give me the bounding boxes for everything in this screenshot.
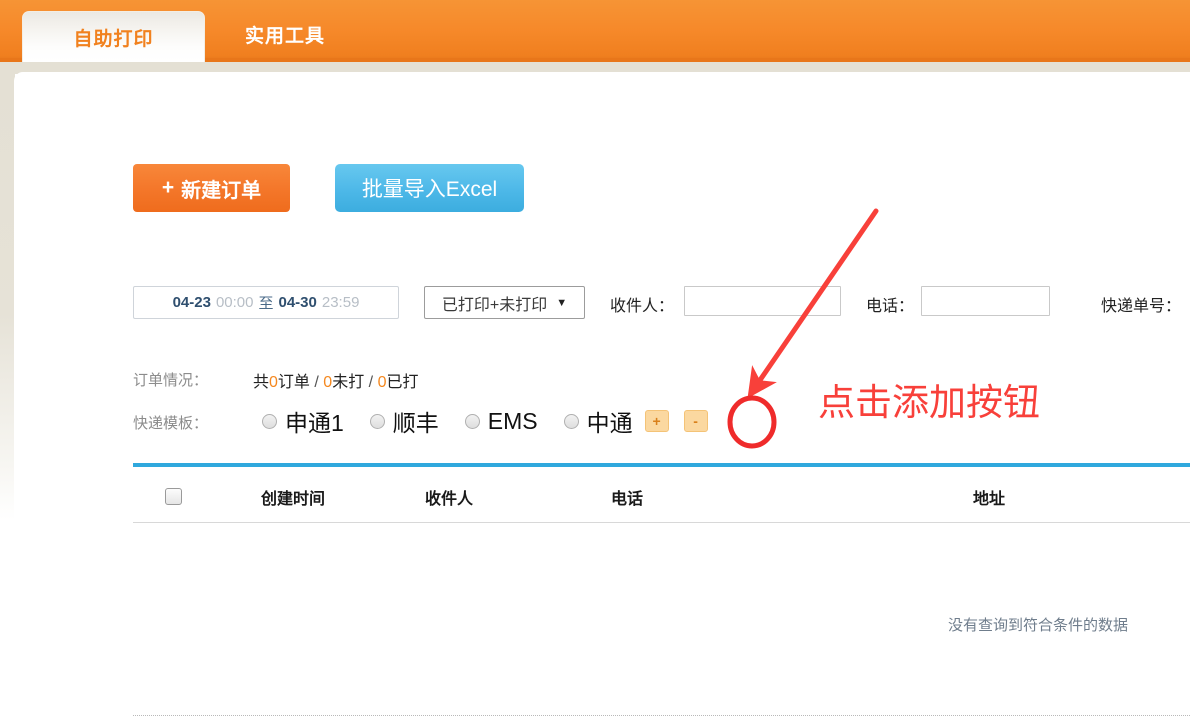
radio-option-zhongtong-label: 中通 — [587, 404, 633, 438]
plus-icon: + — [162, 176, 174, 200]
select-all-checkbox[interactable] — [165, 488, 182, 505]
summary-separator-1: / — [314, 374, 318, 391]
phone-input[interactable] — [921, 286, 1050, 316]
radio-option-shunfeng[interactable]: 顺丰 — [370, 404, 439, 438]
column-header-create-time: 创建时间 — [261, 485, 325, 509]
express-template-label: 快递模板： — [133, 412, 208, 433]
import-excel-button-label: 批量导入Excel — [362, 173, 497, 203]
order-summary-label: 订单情况： — [133, 369, 208, 390]
tab-self-service-print-label: 自助打印 — [73, 24, 153, 51]
express-template-options: 申通1 顺丰 EMS 中通 + - — [262, 404, 708, 438]
empty-state-message: 没有查询到符合条件的数据 — [948, 614, 1128, 635]
tracking-no-label: 快递单号： — [1101, 292, 1181, 316]
radio-icon[interactable] — [465, 414, 480, 429]
chevron-down-icon: ▼ — [556, 297, 567, 309]
summary-total-unit: 订单 — [278, 374, 310, 391]
bottom-dotted-divider — [133, 715, 1190, 716]
date-range-end-time: 23:59 — [322, 294, 360, 311]
summary-unprinted-count: 0 — [323, 374, 332, 391]
annotation-text: 点击添加按钮 — [818, 372, 1040, 426]
date-range-end-date: 04-30 — [279, 294, 317, 311]
new-order-button[interactable]: + 新建订单 — [133, 164, 290, 212]
radio-icon[interactable] — [262, 414, 277, 429]
date-range-picker[interactable]: 04-23 00:00 至 04-30 23:59 — [133, 286, 399, 319]
import-excel-button[interactable]: 批量导入Excel — [335, 164, 524, 212]
summary-printed-unit: 已打 — [386, 374, 418, 391]
print-status-select-value: 已打印+未打印 — [442, 291, 547, 315]
recipient-label: 收件人： — [610, 292, 674, 316]
date-range-separator: 至 — [258, 292, 273, 313]
radio-option-shentong1[interactable]: 申通1 — [262, 404, 344, 438]
radio-option-ems[interactable]: EMS — [465, 408, 538, 435]
column-header-phone: 电话 — [611, 485, 643, 509]
column-header-address: 地址 — [973, 485, 1005, 509]
new-order-button-label: 新建订单 — [181, 174, 261, 203]
radio-option-shentong1-label: 申通1 — [285, 404, 344, 438]
remove-template-button[interactable]: - — [684, 410, 708, 432]
summary-prefix: 共 — [253, 374, 269, 391]
radio-icon[interactable] — [370, 414, 385, 429]
tab-useful-tools[interactable]: 实用工具 — [245, 11, 325, 57]
radio-option-zhongtong[interactable]: 中通 — [564, 404, 633, 438]
left-rail-shadow — [0, 62, 15, 520]
column-header-recipient: 收件人 — [425, 485, 473, 509]
date-range-start-date: 04-23 — [173, 294, 211, 311]
table-header-row: 创建时间 收件人 电话 地址 — [133, 467, 1190, 523]
phone-label: 电话： — [866, 292, 914, 316]
summary-separator-2: / — [369, 374, 373, 391]
summary-unprinted-unit: 未打 — [332, 374, 364, 391]
radio-option-shunfeng-label: 顺丰 — [393, 404, 439, 438]
page-root: 自助打印 实用工具 + 新建订单 批量导入Excel 04-23 00:00 至… — [0, 0, 1190, 728]
tab-self-service-print[interactable]: 自助打印 — [22, 11, 205, 62]
summary-total-count: 0 — [269, 374, 278, 391]
order-summary-values: 共0订单 / 0未打 / 0已打 — [253, 368, 419, 392]
add-template-button[interactable]: + — [645, 410, 669, 432]
radio-option-ems-label: EMS — [488, 408, 538, 435]
tab-useful-tools-label: 实用工具 — [245, 21, 325, 48]
print-status-select[interactable]: 已打印+未打印 ▼ — [424, 286, 585, 319]
recipient-input[interactable] — [684, 286, 841, 316]
radio-icon[interactable] — [564, 414, 579, 429]
date-range-start-time: 00:00 — [216, 294, 254, 311]
